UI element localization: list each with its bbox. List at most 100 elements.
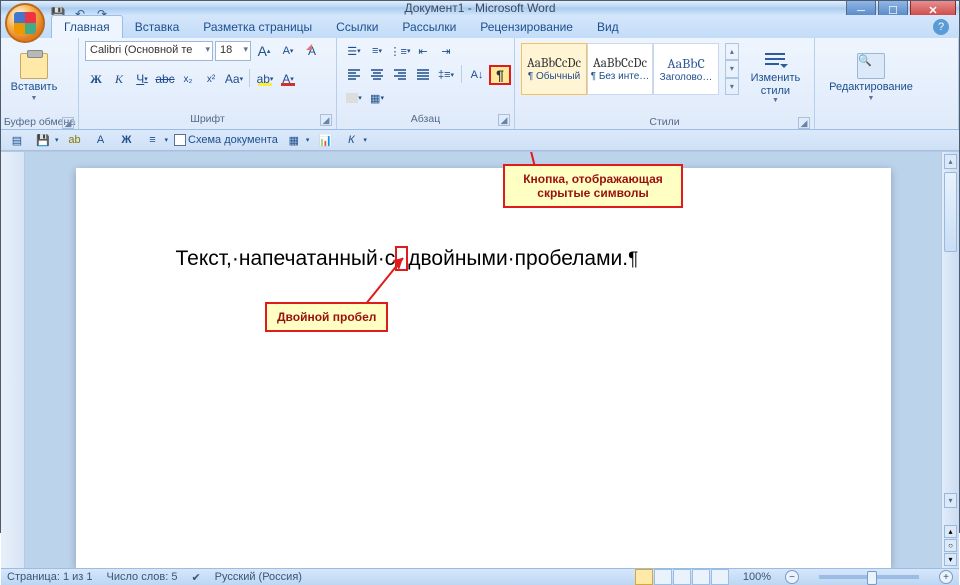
editing-button[interactable]: 🔍 Редактирование ▼ <box>821 41 921 113</box>
tb-bold-icon[interactable]: Ж <box>117 130 137 150</box>
multilevel-button[interactable]: ⋮≡▾ <box>389 41 411 61</box>
align-right-button[interactable] <box>389 65 411 85</box>
tab-view[interactable]: Вид <box>585 16 631 38</box>
justify-button[interactable] <box>412 65 434 85</box>
inc-indent-button[interactable]: ⇥ <box>435 41 457 61</box>
clipboard-dialog-launcher[interactable]: ◢ <box>62 117 74 129</box>
view-full-screen-button[interactable] <box>654 569 672 585</box>
strike-button[interactable]: abc <box>154 69 176 89</box>
status-language[interactable]: Русский (Россия) <box>215 571 302 583</box>
italic-button[interactable]: К <box>108 69 130 89</box>
callout-pilcrow: Кнопка, отображающая скрытые символы <box>503 164 683 208</box>
tab-references[interactable]: Ссылки <box>324 16 390 38</box>
style-row-up-icon[interactable]: ▴ <box>725 43 739 60</box>
style-gallery[interactable]: AaBbCcDc ¶ Обычный AaBbCcDc ¶ Без инте… … <box>521 41 719 97</box>
tb-chart-icon[interactable]: 📊 <box>315 130 335 150</box>
view-web-button[interactable] <box>673 569 691 585</box>
tab-home[interactable]: Главная <box>51 15 123 38</box>
align-center-button[interactable] <box>366 65 388 85</box>
group-paragraph-label: Абзац <box>411 113 440 125</box>
ruler-vertical[interactable] <box>1 152 25 568</box>
doc-map-label: Схема документа <box>188 134 278 146</box>
next-page-icon[interactable]: ▾ <box>944 553 957 566</box>
align-left-button[interactable] <box>343 65 365 85</box>
tb-hl-icon[interactable]: ab <box>65 130 85 150</box>
tab-page-layout[interactable]: Разметка страницы <box>191 16 324 38</box>
numbering-button[interactable]: ≡▾ <box>366 41 388 61</box>
tab-review[interactable]: Рецензирование <box>468 16 585 38</box>
style-normal[interactable]: AaBbCcDc ¶ Обычный <box>521 43 587 95</box>
line-spacing-button[interactable]: ‡≡▾ <box>435 65 457 85</box>
tb-bullets-icon[interactable]: ≡ <box>143 130 163 150</box>
tb-table-icon[interactable]: ▦ <box>284 130 304 150</box>
scroll-down-icon[interactable]: ▾ <box>944 493 957 508</box>
document-area: Текст,·напечатанный·с·двойными·пробелами… <box>1 152 959 568</box>
shading-button[interactable]: ▾ <box>343 88 365 108</box>
status-proofing-icon[interactable]: ✔ <box>191 571 200 584</box>
paragraph-dialog-launcher[interactable]: ◢ <box>498 114 510 126</box>
shrink-font-button[interactable]: A▾ <box>277 41 299 61</box>
underline-button[interactable]: Ч▾ <box>131 69 153 89</box>
change-styles-button[interactable]: Изменить стили ▼ <box>743 41 808 113</box>
scroll-up-icon[interactable]: ▴ <box>944 154 957 169</box>
paste-label: Вставить <box>11 81 58 93</box>
status-words[interactable]: Число слов: 5 <box>107 571 178 583</box>
callout-arrow-double-space <box>355 250 415 310</box>
tab-insert[interactable]: Вставка <box>123 16 192 38</box>
browse-object[interactable]: ▴ ○ ▾ <box>944 524 957 566</box>
view-draft-button[interactable] <box>711 569 729 585</box>
grow-font-button[interactable]: A▴ <box>253 41 275 61</box>
zoom-in-button[interactable]: + <box>939 570 953 584</box>
sort-button[interactable]: A↓ <box>466 65 488 85</box>
scrollbar-vertical[interactable]: ▴ ▾ ▴ ○ ▾ <box>941 152 959 568</box>
subscript-button[interactable]: x₂ <box>177 69 199 89</box>
tab-mailings[interactable]: Рассылки <box>390 16 468 38</box>
bold-button[interactable]: Ж <box>85 69 107 89</box>
clipboard-icon <box>20 53 48 79</box>
group-font: Calibri (Основной те 18 A▴ A▾ A◢ Ж К Ч▾ … <box>79 38 337 129</box>
addins-toolbar: ▤ 💾▾ ab A Ж ≡▾ Схема документа ▦▾ 📊 К▾ <box>1 130 959 151</box>
font-dialog-launcher[interactable]: ◢ <box>320 114 332 126</box>
change-case-button[interactable]: Aa▾ <box>223 69 245 89</box>
tb-clear-icon[interactable]: A <box>91 130 111 150</box>
tb-new-icon[interactable]: ▤ <box>7 130 27 150</box>
style-row-down-icon[interactable]: ▾ <box>725 60 739 77</box>
group-paragraph: ☰▾ ≡▾ ⋮≡▾ ⇤ ⇥ ‡≡▾ A↓ ¶ <box>337 38 515 129</box>
browse-select-icon[interactable]: ○ <box>944 539 957 552</box>
zoom-out-button[interactable]: − <box>785 570 799 584</box>
scroll-thumb[interactable] <box>944 172 957 252</box>
highlight-button[interactable]: ab▾ <box>254 69 276 89</box>
style-heading1[interactable]: AaBbC Заголово… <box>653 43 719 95</box>
doc-map-checkbox[interactable] <box>174 134 186 146</box>
page[interactable]: Текст,·напечатанный·с·двойными·пробелами… <box>76 168 891 568</box>
tb-save-icon[interactable]: 💾 <box>33 130 53 150</box>
tb-italic2-icon[interactable]: К <box>341 130 361 150</box>
dec-indent-button[interactable]: ⇤ <box>412 41 434 61</box>
help-button[interactable]: ? <box>933 19 949 35</box>
prev-page-icon[interactable]: ▴ <box>944 525 957 538</box>
font-name-combo[interactable]: Calibri (Основной те <box>85 41 213 61</box>
office-button[interactable] <box>5 3 45 43</box>
view-print-layout-button[interactable] <box>635 569 653 585</box>
font-size-combo[interactable]: 18 <box>215 41 251 61</box>
zoom-level[interactable]: 100% <box>743 571 771 583</box>
borders-button[interactable]: ▦▾ <box>366 88 388 108</box>
style-more-icon[interactable]: ▾ <box>725 78 739 95</box>
view-outline-button[interactable] <box>692 569 710 585</box>
style-no-spacing[interactable]: AaBbCcDc ¶ Без инте… <box>587 43 653 95</box>
styles-dialog-launcher[interactable]: ◢ <box>798 117 810 129</box>
style-scroll[interactable]: ▴ ▾ ▾ <box>725 43 739 95</box>
clear-format-button[interactable]: A◢ <box>301 41 323 61</box>
bullets-button[interactable]: ☰▾ <box>343 41 365 61</box>
status-bar: Страница: 1 из 1 Число слов: 5 ✔ Русский… <box>1 568 959 585</box>
find-icon: 🔍 <box>857 53 885 79</box>
zoom-slider[interactable] <box>819 575 919 579</box>
show-hide-button[interactable]: ¶ <box>489 65 511 85</box>
ribbon: Вставить ▼ Буфер обмена◢ Calibri (Основн… <box>1 38 959 130</box>
font-color-button[interactable]: A▾ <box>277 69 299 89</box>
pilcrow-mark-icon: ¶ <box>628 249 638 270</box>
paste-button[interactable]: Вставить ▼ <box>7 41 61 113</box>
group-styles-label: Стили <box>649 116 679 128</box>
status-page[interactable]: Страница: 1 из 1 <box>7 571 93 583</box>
superscript-button[interactable]: x² <box>200 69 222 89</box>
